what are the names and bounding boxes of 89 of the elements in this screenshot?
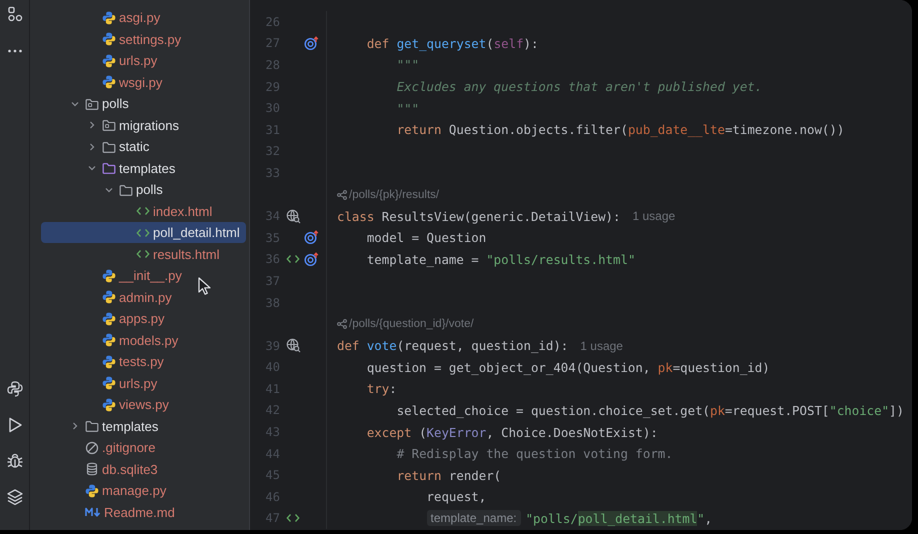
html-tag-icon[interactable] (286, 254, 300, 264)
python-file-icon (102, 354, 116, 369)
python-file-icon (102, 290, 116, 304)
folder-icon (102, 161, 116, 176)
html-file-icon (136, 249, 150, 260)
code-text: except (KeyError, Choice.DoesNotExist): (366, 424, 658, 440)
bug-icon[interactable] (6, 452, 24, 470)
tree-item[interactable]: urls.py (41, 372, 242, 394)
code-text: "polls/poll_detail.html", (526, 510, 712, 526)
run-icon[interactable] (6, 416, 22, 434)
python-file-icon (102, 398, 116, 412)
share-icon (337, 190, 347, 200)
python-file-icon (102, 312, 116, 326)
mouse-pointer-icon (198, 277, 211, 295)
tree-item[interactable]: manage.py (41, 480, 242, 502)
override-icon[interactable] (304, 36, 318, 51)
python-file-icon (102, 32, 116, 46)
code-text: class ResultsView(generic.DetailView): (337, 208, 620, 224)
tree-item[interactable]: .gitignore (41, 437, 242, 458)
parameter-hint: template_name: (426, 510, 521, 526)
tree-item[interactable]: results.html (41, 244, 242, 265)
folder-icon (119, 182, 133, 197)
tree-item[interactable]: db.sqlite3 (41, 458, 242, 480)
python-file-icon (102, 268, 116, 283)
tree-item[interactable]: migrations (41, 114, 242, 136)
html-tag-icon[interactable] (286, 513, 300, 524)
layers-icon[interactable] (6, 488, 24, 506)
tree-item[interactable]: index.html (41, 200, 242, 222)
python-file-icon (102, 54, 116, 68)
chevron-right-icon[interactable] (87, 142, 97, 152)
python-file-icon (102, 376, 116, 390)
code-text: model = Question (366, 230, 486, 246)
html-file-icon (136, 228, 150, 238)
code-text: request, (426, 489, 486, 504)
code-text: try: (366, 381, 397, 396)
html-file-icon (136, 206, 150, 216)
code-text: """ (396, 100, 420, 116)
override-icon[interactable] (304, 230, 318, 246)
tree-item[interactable]: static (41, 136, 242, 158)
code-text: question = get_object_or_404(Question, pk=question_id) (366, 360, 770, 375)
tree-item[interactable]: poll_detail.html (41, 222, 246, 244)
share-icon (337, 319, 347, 330)
code-text: """ (396, 57, 420, 72)
python-file-icon (102, 10, 116, 25)
code-text: template_name = "polls/results.html" (366, 252, 636, 267)
tree-item[interactable]: templates (41, 416, 242, 437)
structure-icon[interactable] (6, 6, 22, 22)
globe-search-icon[interactable] (286, 338, 300, 354)
code-text: def vote(request, question_id): (337, 338, 568, 354)
tree-item[interactable]: settings.py (41, 28, 242, 50)
python-icon[interactable] (6, 380, 24, 398)
tree-item[interactable]: Readme.md (41, 502, 242, 523)
tree-item[interactable]: polls (41, 179, 242, 200)
tree-item[interactable]: models.py (41, 330, 242, 351)
usage-hint[interactable]: 1 usage (632, 209, 676, 224)
database-icon (85, 462, 99, 476)
tree-item[interactable]: views.py (41, 394, 242, 416)
code-text: def get_queryset(self): (366, 36, 538, 51)
route-hint[interactable]: /polls/{pk}/results/ (337, 188, 440, 201)
code-text: return render( (396, 468, 502, 483)
more-icon[interactable] (6, 48, 22, 54)
tree-item[interactable]: polls (41, 93, 242, 114)
override-icon[interactable] (304, 252, 318, 267)
folder-icon (85, 419, 99, 434)
folder-icon (85, 96, 99, 111)
folder-icon (102, 140, 116, 154)
folder-icon (102, 118, 116, 132)
tree-item[interactable]: templates (41, 158, 242, 179)
usage-hint[interactable]: 1 usage (580, 338, 623, 353)
python-file-icon (102, 333, 116, 348)
tree-item[interactable]: wsgi.py (41, 72, 242, 93)
tree-item[interactable]: apps.py (41, 308, 242, 330)
python-file-icon (102, 75, 116, 90)
code-text: # Redisplay the question voting form. (396, 446, 673, 462)
tree-item[interactable]: urls.py (41, 50, 242, 72)
markdown-icon (85, 506, 101, 518)
chevron-right-icon[interactable] (70, 421, 80, 432)
globe-search-icon[interactable] (286, 208, 300, 224)
tree-item[interactable]: asgi.py (41, 7, 242, 28)
python-file-icon (85, 484, 99, 498)
route-hint[interactable]: /polls/{question_id}/vote/ (337, 318, 474, 330)
chevron-right-icon[interactable] (87, 120, 97, 130)
tree-item[interactable]: tests.py (41, 351, 242, 372)
code-text: Excludes any questions that aren't published yet. (396, 79, 762, 94)
code-text: return Question.objects.filter(pub_date__lte=timezone.now()) (396, 122, 844, 138)
tree-item[interactable]: __init__.py (41, 265, 242, 286)
ignore-file-icon (85, 440, 99, 455)
tree-item[interactable]: admin.py (41, 286, 242, 308)
code-text: selected_choice = question.choice_set.get(pk=request.POST["choice"]) (396, 402, 904, 418)
